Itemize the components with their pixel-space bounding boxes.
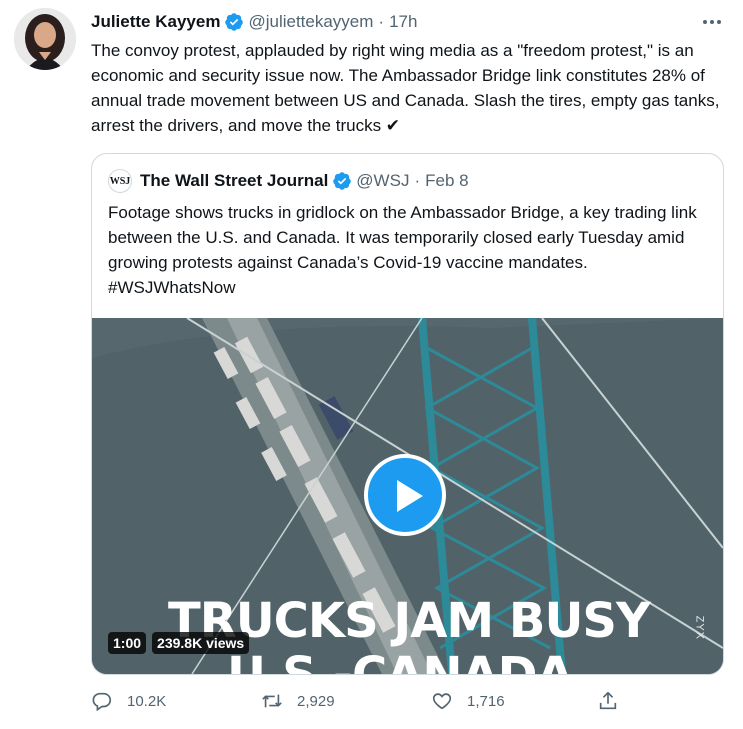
retweet-icon <box>262 694 282 708</box>
like-count: 1,716 <box>467 692 505 710</box>
quoted-tweet-text: Footage shows trucks in gridlock on the … <box>108 203 697 297</box>
tweet-text: The convoy protest, applauded by right w… <box>91 41 720 135</box>
play-button[interactable] <box>364 454 446 536</box>
retweet-button[interactable]: 2,929 <box>261 686 335 716</box>
author-handle[interactable]: @juliettekayyem <box>248 12 373 32</box>
tweet[interactable]: Juliette Kayyem @juliettekayyem · 17h Th… <box>0 0 743 729</box>
video-badges: 1:00 239.8K views <box>108 632 250 654</box>
reply-count: 10.2K <box>127 692 167 710</box>
video-watermark: ZYX <box>693 615 705 640</box>
quoted-tweet[interactable]: WSJ The Wall Street Journal @WSJ · Feb 8… <box>91 153 724 675</box>
share-button[interactable] <box>597 686 633 716</box>
author-name[interactable]: Juliette Kayyem <box>91 12 220 32</box>
like-button[interactable]: 1,716 <box>431 686 505 716</box>
reply-button[interactable]: 10.2K <box>91 686 166 716</box>
separator-dot: · <box>414 171 421 190</box>
verified-badge-icon <box>332 171 352 191</box>
tweet-actions: 10.2K 2,929 1,716 <box>91 686 631 716</box>
video-duration: 1:00 <box>108 632 147 654</box>
video-views: 239.8K views <box>152 632 250 654</box>
avatar[interactable] <box>14 8 76 70</box>
separator-dot: · <box>378 12 385 31</box>
quoted-tweet-header: WSJ The Wall Street Journal @WSJ · Feb 8 <box>108 169 469 193</box>
more-icon[interactable] <box>697 10 727 34</box>
tweet-time[interactable]: 17h <box>389 12 417 32</box>
quoted-author-handle: @WSJ <box>356 171 410 190</box>
heart-icon <box>432 693 452 710</box>
verified-badge-icon <box>224 12 244 32</box>
quoted-tweet-date: Feb 8 <box>425 171 469 190</box>
reply-icon <box>92 692 112 712</box>
video-caption-line2: U.S.-CANADA <box>227 648 574 674</box>
tweet-header: Juliette Kayyem @juliettekayyem · 17h <box>91 10 683 34</box>
wsj-logo-avatar: WSJ <box>108 169 132 193</box>
quoted-author-name: The Wall Street Journal <box>140 171 329 190</box>
retweet-count: 2,929 <box>297 692 335 710</box>
play-icon <box>397 480 423 512</box>
share-icon <box>599 691 617 710</box>
video-player[interactable]: TRUCKS JAM BUSY U.S.-CANADA ZYX 1:00 239… <box>92 318 723 674</box>
